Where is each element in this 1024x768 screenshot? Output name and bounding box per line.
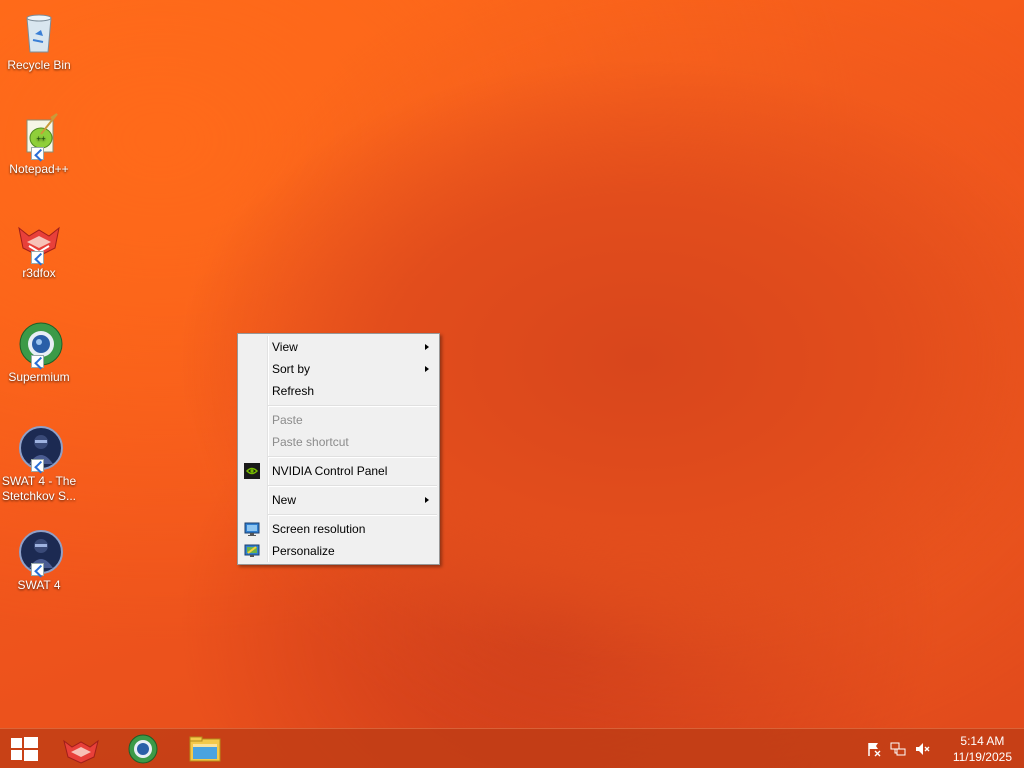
- supermium-icon: [15, 320, 63, 368]
- taskbar: 5:14 AM 11/19/2025: [0, 728, 1024, 768]
- swat4-icon: [15, 528, 63, 576]
- personalize-icon: [244, 543, 260, 559]
- desktop-icon-label: SWAT 4: [17, 578, 61, 592]
- nvidia-icon: [244, 463, 260, 479]
- monitor-icon: [244, 521, 260, 537]
- desktop-icon-swat4[interactable]: SWAT 4: [0, 526, 78, 593]
- clock-time: 5:14 AM: [960, 734, 1005, 748]
- desktop-icon-label: Recycle Bin: [7, 58, 71, 72]
- menu-item-new[interactable]: New: [240, 489, 437, 511]
- desktop-icon-label: Notepad++: [9, 162, 69, 176]
- menu-item-refresh[interactable]: Refresh: [240, 380, 437, 402]
- menu-separator: [268, 485, 437, 487]
- desktop-icon-notepad-plus-plus[interactable]: ++ Notepad++: [0, 110, 78, 177]
- desktop-icon-label: r3dfox: [22, 266, 56, 280]
- menu-item-sort-by[interactable]: Sort by: [240, 358, 437, 380]
- start-button[interactable]: [0, 729, 52, 768]
- shortcut-arrow-icon: [31, 563, 44, 576]
- clock[interactable]: 5:14 AM 11/19/2025: [953, 733, 1012, 765]
- desktop-icon-supermium[interactable]: Supermium: [0, 318, 78, 385]
- clock-date: 11/19/2025: [952, 750, 1012, 764]
- menu-item-personalize[interactable]: Personalize: [240, 540, 437, 562]
- desktop-icon-label: SWAT 4 - The Stetchkov S...: [1, 474, 77, 503]
- desktop-icon-r3dfox[interactable]: r3dfox: [0, 214, 78, 281]
- network-icon[interactable]: [890, 741, 906, 760]
- shortcut-arrow-icon: [31, 459, 44, 472]
- menu-separator: [268, 514, 437, 516]
- submenu-arrow-icon: [425, 497, 429, 503]
- shortcut-arrow-icon: [31, 355, 44, 368]
- notepad-plus-plus-icon: ++: [15, 112, 63, 160]
- submenu-arrow-icon: [425, 344, 429, 350]
- shortcut-arrow-icon: [31, 251, 44, 264]
- desktop-icon-label: Supermium: [8, 370, 70, 384]
- taskbar-app-supermium[interactable]: [118, 729, 168, 768]
- action-center-flag-icon[interactable]: [866, 741, 882, 760]
- recycle-bin-icon: [15, 8, 63, 56]
- svg-text:++: ++: [36, 134, 46, 143]
- desktop-icon-swat4-tss[interactable]: SWAT 4 - The Stetchkov S...: [0, 422, 78, 504]
- menu-item-view[interactable]: View: [240, 336, 437, 358]
- desktop-context-menu: View Sort by Refresh Paste Paste shortcu…: [237, 333, 440, 565]
- taskbar-app-file-explorer[interactable]: [180, 729, 230, 768]
- r3dfox-icon: [15, 216, 63, 264]
- windows-logo-icon: [11, 737, 38, 761]
- volume-muted-icon[interactable]: [914, 741, 930, 760]
- folder-icon: [189, 736, 221, 762]
- shortcut-arrow-icon: [31, 147, 44, 160]
- menu-item-screen-resolution[interactable]: Screen resolution: [240, 518, 437, 540]
- r3dfox-icon: [63, 739, 99, 764]
- supermium-icon: [128, 734, 158, 764]
- menu-separator: [268, 456, 437, 458]
- desktop[interactable]: Recycle Bin ++ Notepad++ r3dfox Supermiu…: [0, 0, 1024, 728]
- swat4-tss-icon: [15, 424, 63, 472]
- taskbar-app-r3dfox[interactable]: [56, 729, 106, 768]
- submenu-arrow-icon: [425, 366, 429, 372]
- menu-item-paste-shortcut: Paste shortcut: [272, 435, 349, 449]
- system-tray: 5:14 AM 11/19/2025: [864, 729, 1024, 768]
- desktop-icon-recycle-bin[interactable]: Recycle Bin: [0, 6, 78, 73]
- menu-item-paste: Paste: [272, 413, 303, 427]
- menu-separator: [268, 405, 437, 407]
- menu-item-nvidia-control-panel[interactable]: NVIDIA Control Panel: [240, 460, 437, 482]
